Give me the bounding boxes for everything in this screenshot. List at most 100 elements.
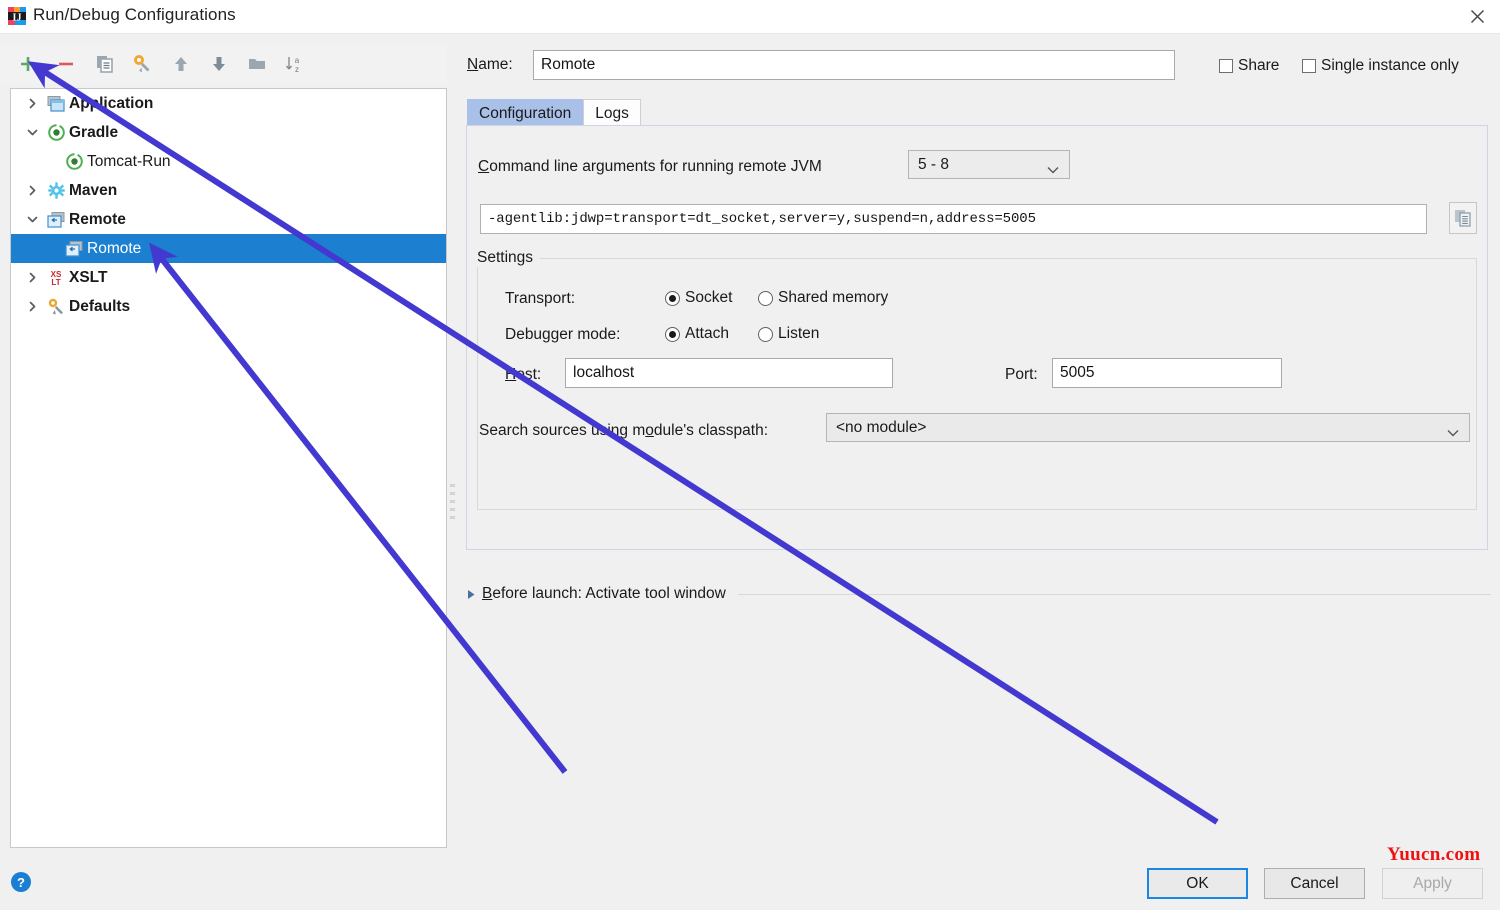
- search-sources-value: <no module>: [836, 418, 927, 436]
- tree-node-gradle[interactable]: Gradle: [11, 118, 446, 147]
- svg-text:IJ: IJ: [13, 13, 22, 24]
- application-icon: [45, 95, 67, 113]
- name-input[interactable]: [533, 50, 1175, 80]
- group-border-bottom: [477, 509, 1477, 510]
- radio-button[interactable]: [758, 290, 773, 306]
- group-border-left: [477, 258, 479, 510]
- command-line-arguments-label-rest: ommand line arguments for running remote…: [489, 158, 822, 175]
- transport-socket-label: Socket: [685, 289, 733, 306]
- tree-node-romote[interactable]: Romote: [11, 234, 446, 263]
- tree-node-tomcat-run[interactable]: Tomcat-Run: [11, 147, 446, 176]
- group-border-top: [477, 258, 1477, 259]
- window-title: Run/Debug Configurations: [33, 5, 236, 24]
- gradle-icon: [45, 124, 67, 142]
- apply-button: Apply: [1382, 868, 1483, 899]
- chevron-right-icon[interactable]: [19, 301, 45, 312]
- jvm-arguments-input[interactable]: [480, 204, 1427, 234]
- tree-node-label: XSLT: [69, 268, 108, 286]
- debugger-mode-listen-label: Listen: [778, 325, 820, 342]
- transport-socket-radio[interactable]: Socket: [665, 289, 732, 307]
- tree-node-application[interactable]: Application: [11, 89, 446, 118]
- defaults-icon: [45, 298, 67, 316]
- arrow-down-icon[interactable]: [207, 52, 231, 76]
- chevron-right-icon[interactable]: [19, 272, 45, 283]
- jvm-version-dropdown[interactable]: 5 - 8: [908, 150, 1070, 179]
- configuration-tab-panel: Command line arguments for running remot…: [466, 125, 1488, 550]
- triangle-right-icon[interactable]: [467, 589, 476, 600]
- tree-node-remote[interactable]: Remote: [11, 205, 446, 234]
- minus-icon[interactable]: [54, 52, 78, 76]
- tree-node-label: Gradle: [69, 123, 119, 141]
- chevron-down-icon[interactable]: [1047, 161, 1059, 173]
- arrow-up-icon[interactable]: [169, 52, 193, 76]
- close-icon[interactable]: [1454, 0, 1500, 32]
- host-label: Host:: [505, 366, 542, 383]
- debugger-mode-listen-radio[interactable]: Listen: [758, 325, 819, 343]
- chevron-right-icon[interactable]: [19, 98, 45, 109]
- sort-alphabetical-icon[interactable]: a z: [282, 52, 306, 76]
- tree-node-maven[interactable]: Maven: [11, 176, 446, 205]
- tree-node-xslt[interactable]: XS LT XSLT: [11, 263, 446, 292]
- transport-label: Transport:: [505, 290, 576, 307]
- search-sources-label: Search sources using module's classpath:: [479, 422, 769, 439]
- configurations-toolbar: a z: [0, 44, 456, 84]
- radio-button[interactable]: [758, 326, 773, 342]
- debugger-mode-attach-radio[interactable]: Attach: [665, 325, 729, 343]
- tree-node-defaults[interactable]: Defaults: [11, 292, 446, 321]
- jvm-version-value: 5 - 8: [918, 155, 950, 173]
- svg-text:a: a: [295, 56, 300, 65]
- wrench-icon[interactable]: [130, 52, 154, 76]
- before-launch-label: Before launch: Activate tool window: [482, 585, 726, 602]
- ok-button[interactable]: OK: [1147, 868, 1248, 899]
- intellij-idea-icon: IJ: [8, 7, 26, 25]
- maven-icon: [45, 182, 67, 200]
- before-launch-section[interactable]: Before launch: Activate tool window: [467, 583, 1491, 605]
- checkbox-box[interactable]: [1302, 59, 1316, 73]
- settings-group: Settings Transport: Socket Shared memory…: [477, 249, 1478, 510]
- chevron-down-icon[interactable]: [19, 214, 45, 225]
- name-label-rest: ame:: [478, 56, 513, 73]
- search-sources-dropdown[interactable]: <no module>: [826, 413, 1470, 442]
- radio-button[interactable]: [665, 326, 680, 342]
- host-label-rest: ost:: [516, 366, 542, 383]
- tree-node-label: Tomcat-Run: [87, 152, 171, 170]
- svg-text:z: z: [295, 65, 299, 74]
- tab-label: Logs: [595, 104, 629, 122]
- plus-icon[interactable]: [16, 52, 40, 76]
- gradle-icon: [63, 153, 85, 171]
- chevron-down-icon[interactable]: [1447, 424, 1459, 436]
- watermark: Yuucn.com: [1387, 844, 1481, 865]
- settings-legend: Settings: [477, 249, 541, 267]
- tree-node-label: Maven: [69, 181, 118, 199]
- copy-icon[interactable]: [93, 52, 117, 76]
- share-checkbox[interactable]: Share: [1219, 57, 1279, 75]
- splitter-grip[interactable]: [450, 484, 456, 528]
- transport-shared-memory-radio[interactable]: Shared memory: [758, 289, 888, 307]
- transport-shared-memory-label: Shared memory: [778, 289, 889, 306]
- panel-splitter[interactable]: [447, 44, 459, 849]
- copy-to-clipboard-icon[interactable]: [1449, 202, 1477, 234]
- tree-node-label: Defaults: [69, 297, 131, 315]
- editor-tabs: Configuration Logs: [467, 97, 641, 127]
- cancel-button[interactable]: Cancel: [1264, 868, 1365, 899]
- host-input[interactable]: [565, 358, 893, 388]
- port-input[interactable]: [1052, 358, 1282, 388]
- group-border-right: [1476, 258, 1478, 510]
- svg-text:?: ?: [17, 875, 25, 890]
- tab-configuration[interactable]: Configuration: [467, 99, 584, 127]
- chevron-right-icon[interactable]: [19, 185, 45, 196]
- help-question-icon[interactable]: ?: [10, 871, 32, 893]
- configuration-editor-pane: Name: Share Single instance only Configu…: [459, 40, 1500, 850]
- radio-button[interactable]: [665, 290, 680, 306]
- chevron-down-icon[interactable]: [19, 127, 45, 138]
- tab-logs[interactable]: Logs: [583, 99, 641, 127]
- single-instance-checkbox[interactable]: Single instance only: [1302, 57, 1459, 75]
- command-line-arguments-label: Command line arguments for running remot…: [478, 158, 822, 175]
- folder-icon[interactable]: [245, 52, 269, 76]
- xslt-icon: XS LT: [45, 269, 67, 287]
- tree-node-label: Application: [69, 94, 154, 112]
- debugger-mode-label: Debugger mode:: [505, 326, 621, 343]
- svg-text:LT: LT: [51, 278, 60, 286]
- checkbox-box[interactable]: [1219, 59, 1233, 73]
- configurations-tree[interactable]: Application Gradle Tomcat-Run Maven Remo…: [10, 88, 447, 848]
